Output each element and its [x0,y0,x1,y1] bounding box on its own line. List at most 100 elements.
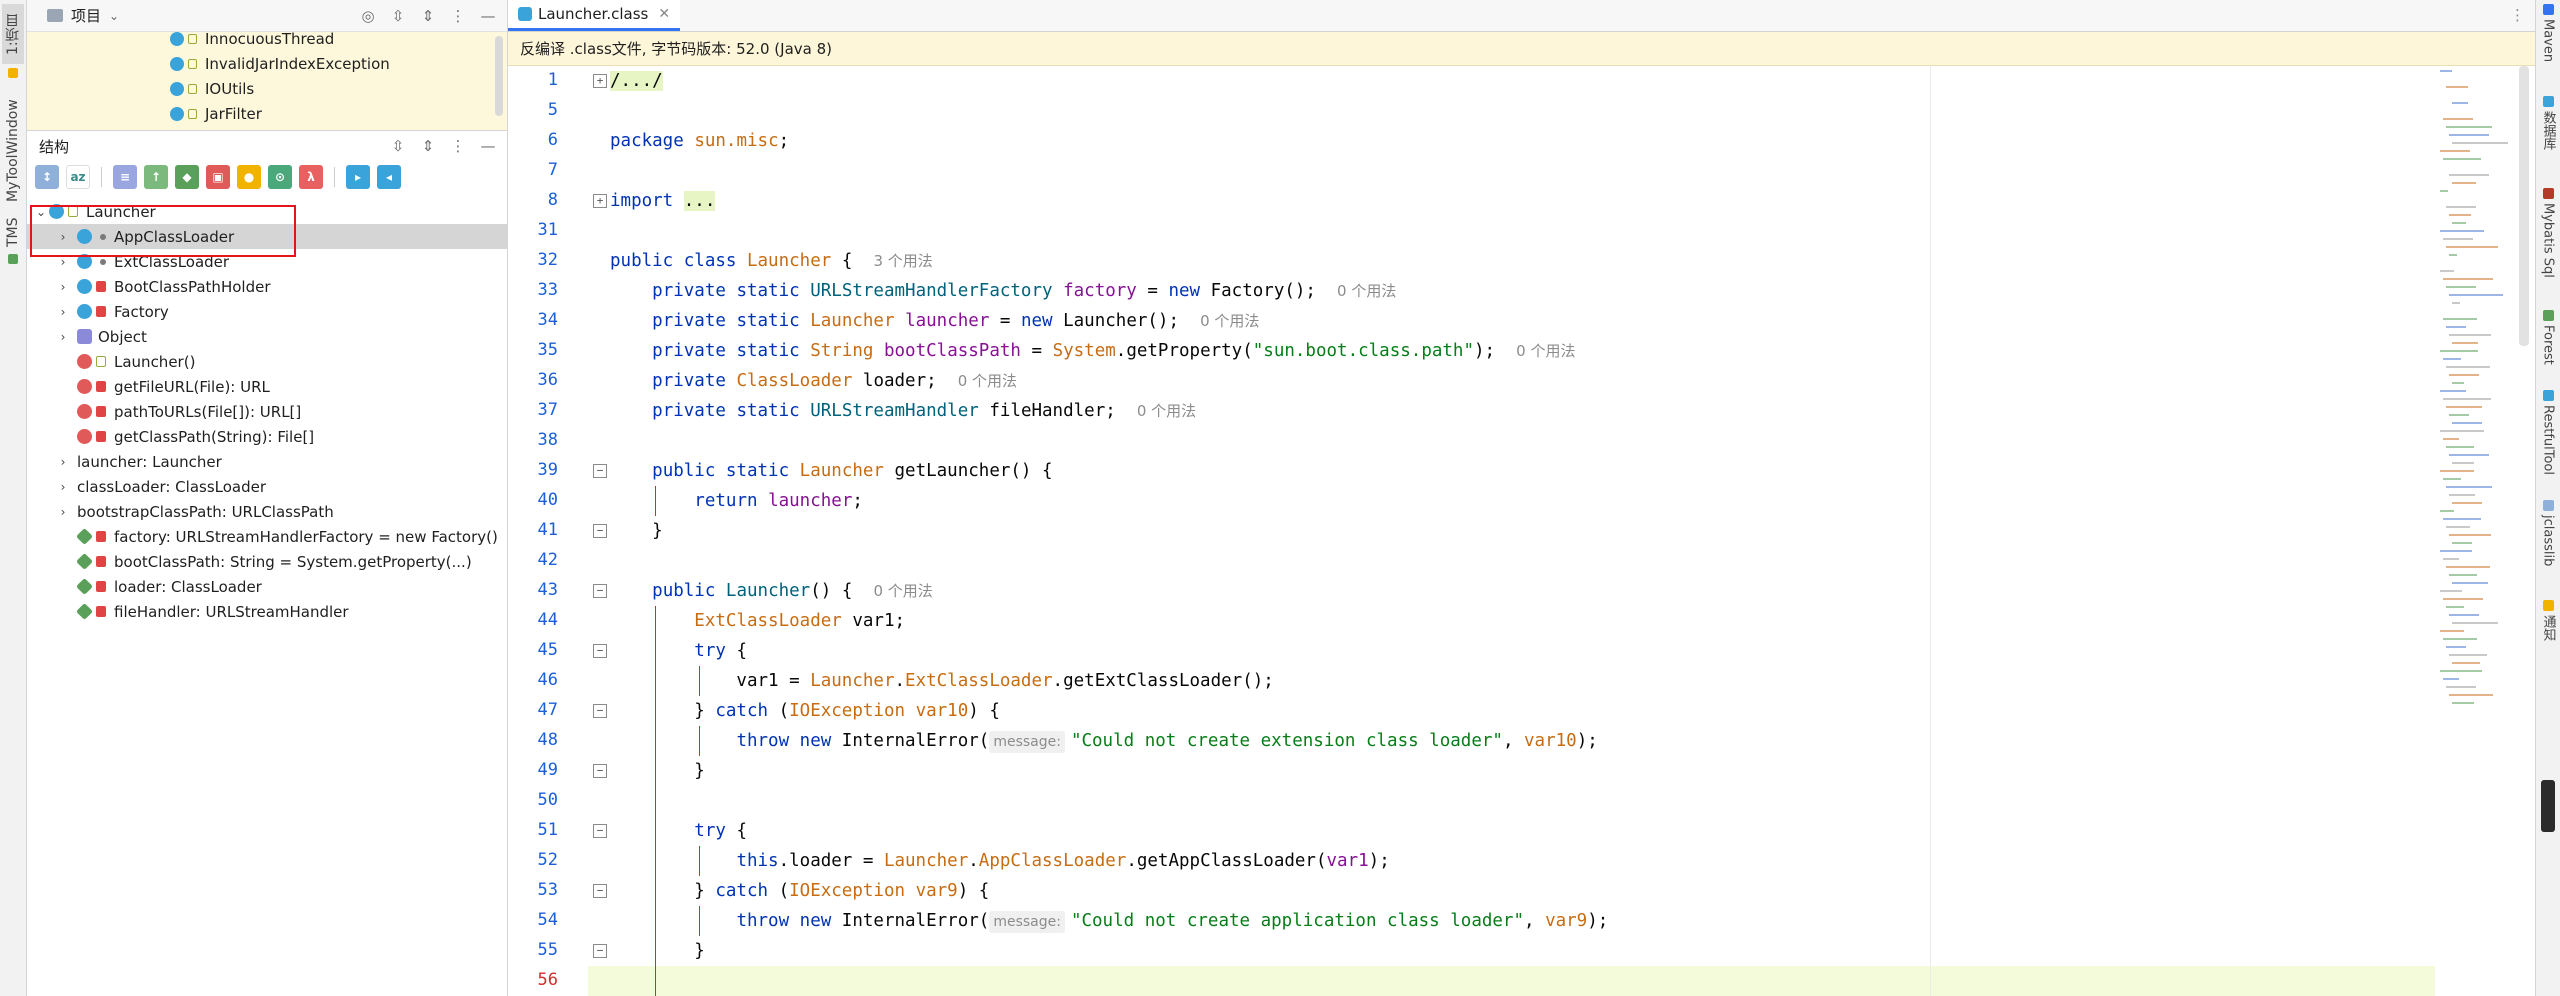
collapse-fold-icon[interactable]: − [593,584,607,598]
code-line[interactable]: throw new InternalError(message: "Could n… [610,906,1608,936]
code-line[interactable]: } catch (IOException var10) { [610,696,1000,726]
locate-icon[interactable]: ◎ [357,5,379,27]
sort-visibility-icon[interactable]: ↕ [35,165,59,189]
code-line[interactable]: var1 = Launcher.ExtClassLoader.getExtCla… [610,666,1273,696]
code-line[interactable]: public static Launcher getLauncher() { [610,456,1052,486]
chevron-right-icon[interactable]: › [55,455,71,469]
more-icon[interactable]: ⋮ [447,5,469,27]
show-props-icon[interactable]: ≡ [113,165,137,189]
structure-row[interactable]: getFileURL(File): URL [27,374,507,399]
code-line[interactable]: try { [610,636,747,666]
tab-forest[interactable]: Forest [2538,310,2558,365]
usage-hint[interactable]: 0 个用法 [958,372,1017,390]
collapse-fold-icon[interactable]: − [593,884,607,898]
tab-notifications[interactable]: 通知 [2538,600,2558,641]
code-line[interactable]: public Launcher() { 0 个用法 [610,576,933,606]
chevron-right-icon[interactable]: › [55,255,71,269]
structure-row[interactable]: › Object [27,324,507,349]
code-line[interactable]: try { [610,816,747,846]
more-icon[interactable]: ⋮ [447,135,469,157]
tab-maven[interactable]: Maven [2538,4,2558,62]
hide-icon[interactable]: — [477,5,499,27]
collapse-fold-icon[interactable]: − [593,644,607,658]
code-line[interactable]: /.../ [610,66,663,96]
code-editor[interactable]: 1 5 6 7 8 31 32 33 34 35 36 37 38 39 40 41 42 43 44 45 46 47 4… [508,66,2535,996]
collapse-all-icon[interactable]: ⇕ [417,5,439,27]
chevron-right-icon[interactable]: › [55,280,71,294]
project-scrollbar[interactable] [495,36,503,116]
structure-row[interactable]: › AppClassLoader [27,224,507,249]
collapse-fold-icon[interactable]: − [593,824,607,838]
code-line[interactable]: } [610,516,663,546]
code-line[interactable]: private static URLStreamHandler fileHand… [610,396,1196,426]
collapse-fold-icon[interactable]: − [593,704,607,718]
collapse-all-icon[interactable]: ⇕ [417,135,439,157]
usage-hint[interactable]: 0 个用法 [1200,312,1259,330]
code-line[interactable]: import ... [610,186,716,216]
show-fields-icon[interactable]: ◆ [175,165,199,189]
tab-project[interactable]: 1:项目 [2,4,24,64]
minimap[interactable] [2440,66,2508,996]
code-line[interactable]: this.loader = Launcher.AppClassLoader.ge… [610,846,1389,876]
tab-launcher-class[interactable]: Launcher.class ✕ [508,0,681,31]
status-indicator-icon[interactable] [2541,780,2555,832]
structure-row[interactable]: fileHandler: URLStreamHandler [27,599,507,624]
structure-row[interactable]: pathToURLs(File[]): URL[] [27,399,507,424]
code-line[interactable]: } [610,936,705,966]
code-line[interactable]: return launcher; [610,486,863,516]
show-anon-icon[interactable]: ⊙ [268,165,292,189]
structure-row[interactable]: › BootClassPathHolder [27,274,507,299]
collapse-fold-icon[interactable]: − [593,464,607,478]
list-item[interactable]: JarFilter [27,101,507,126]
chevron-right-icon[interactable]: › [55,330,71,344]
structure-row[interactable]: loader: ClassLoader [27,574,507,599]
structure-row[interactable]: Launcher() [27,349,507,374]
chevron-right-icon[interactable]: › [55,480,71,494]
structure-row[interactable]: › classLoader: ClassLoader [27,474,507,499]
usage-hint[interactable]: 0 个用法 [1516,342,1575,360]
list-item[interactable]: InvalidJarIndexException [27,51,507,76]
chevron-down-icon[interactable]: ⌄ [33,205,49,219]
chevron-down-icon[interactable]: ⌄ [109,9,119,23]
code-line[interactable]: package sun.misc; [610,126,789,156]
tab-mybatis-sql[interactable]: Mybatis Sql [2538,188,2558,278]
collapse-fold-icon[interactable]: − [593,764,607,778]
usage-hint[interactable]: 0 个用法 [1337,282,1396,300]
usage-hint[interactable]: 3 个用法 [873,252,932,270]
collapse-fold-icon[interactable]: − [593,944,607,958]
lambda-icon[interactable]: λ [299,165,323,189]
tab-database[interactable]: 数据库 [2538,96,2558,150]
expand-fold-icon[interactable]: + [593,74,607,88]
code-line[interactable]: throw new InternalError(message: "Could n… [610,726,1598,756]
project-title[interactable]: 项目 [71,5,101,26]
autoscroll-to-source-icon[interactable]: ▸ [346,165,370,189]
code-line[interactable]: } [610,756,705,786]
show-inherited-icon[interactable]: ↑ [144,165,168,189]
structure-row[interactable]: › launcher: Launcher [27,449,507,474]
chevron-right-icon[interactable]: › [55,230,71,244]
code-line[interactable]: private ClassLoader loader; 0 个用法 [610,366,1017,396]
more-icon[interactable]: ⋮ [2510,6,2525,24]
autoscroll-from-source-icon[interactable]: ◂ [377,165,401,189]
show-lambdas-icon[interactable]: ● [237,165,261,189]
show-nonpublic-icon[interactable]: ▣ [206,165,230,189]
structure-row[interactable]: › Factory [27,299,507,324]
usage-hint[interactable]: 0 个用法 [873,582,932,600]
tab-tms[interactable]: TMS [2,214,24,250]
tab-restfultool[interactable]: RestfulTool [2538,390,2558,475]
expand-all-icon[interactable]: ⇳ [387,135,409,157]
expand-fold-icon[interactable]: + [593,194,607,208]
tree-root[interactable]: ⌄ Launcher [27,199,507,224]
code-line[interactable]: } catch (IOException var9) { [610,876,989,906]
usage-hint[interactable]: 0 个用法 [1137,402,1196,420]
close-icon[interactable]: ✕ [658,6,670,22]
editor-scrollbar[interactable] [2519,66,2529,346]
expand-all-icon[interactable]: ⇳ [387,5,409,27]
code-line[interactable]: public class Launcher { 3 个用法 [610,246,933,276]
code-line[interactable]: private static String bootClassPath = Sy… [610,336,1575,366]
sort-alpha-icon[interactable]: az [66,165,90,189]
chevron-right-icon[interactable]: › [55,305,71,319]
structure-row[interactable]: bootClassPath: String = System.getProper… [27,549,507,574]
structure-row[interactable]: getClassPath(String): File[] [27,424,507,449]
code-line[interactable]: private static URLStreamHandlerFactory f… [610,276,1396,306]
